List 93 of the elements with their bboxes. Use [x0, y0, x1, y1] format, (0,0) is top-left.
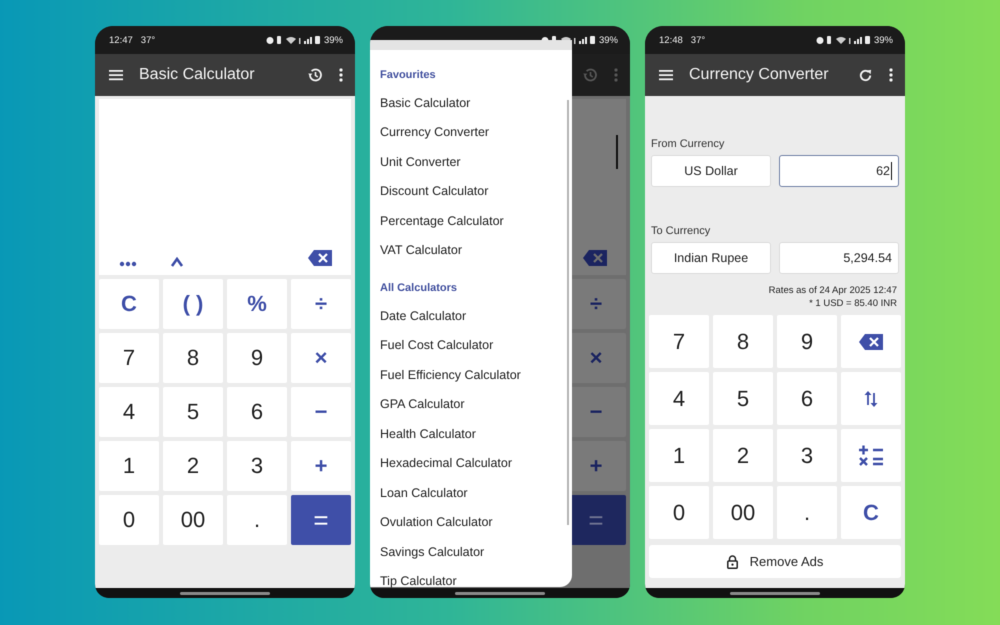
number-key[interactable]: 4 — [99, 387, 159, 437]
clear-key[interactable]: C — [841, 486, 901, 539]
operator-key[interactable]: C — [99, 279, 159, 329]
menu-item[interactable]: Discount Calculator — [380, 176, 562, 206]
menu-item[interactable]: Loan Calculator — [380, 478, 562, 508]
status-temperature: 37° — [690, 34, 706, 46]
scrollbar[interactable] — [567, 100, 569, 525]
swap-key[interactable] — [841, 372, 901, 425]
backspace-icon[interactable] — [582, 249, 608, 267]
battery-percent: 39% — [324, 34, 343, 46]
number-key[interactable]: 0 — [649, 486, 709, 539]
refresh-icon[interactable] — [858, 68, 873, 82]
menu-icon — [659, 69, 673, 81]
menu-item[interactable]: Hexadecimal Calculator — [380, 448, 562, 478]
menu-item[interactable]: Date Calculator — [380, 301, 562, 330]
menu-item[interactable]: Unit Converter — [380, 147, 562, 176]
field-label: From Currency — [651, 138, 726, 150]
swap-arrows-icon — [863, 390, 879, 408]
menu-item[interactable]: VAT Calculator — [380, 236, 562, 265]
number-key[interactable]: 6 — [227, 387, 287, 437]
number-key[interactable]: 9 — [227, 333, 287, 383]
number-key[interactable]: 2 — [713, 429, 773, 482]
field-label: To Currency — [651, 225, 712, 237]
number-key[interactable]: 0 — [99, 495, 159, 545]
more-horizontal-icon — [119, 261, 137, 267]
operator-key[interactable]: ÷ — [291, 279, 351, 329]
more-icon[interactable] — [339, 68, 343, 82]
menu-item[interactable]: Fuel Efficiency Calculator — [380, 360, 562, 390]
remove-ads-button[interactable]: Remove Ads — [649, 545, 901, 578]
backspace-key[interactable] — [841, 315, 901, 368]
operator-key[interactable]: − — [291, 387, 351, 437]
number-key[interactable]: 5 — [163, 387, 223, 437]
currency-selector[interactable]: Indian Rupee — [651, 242, 771, 274]
amount-field[interactable]: 62 — [779, 155, 899, 187]
lock-icon — [726, 554, 738, 568]
more-icon[interactable] — [889, 68, 893, 82]
home-indicator[interactable] — [455, 592, 545, 594]
ops-key[interactable] — [841, 429, 901, 482]
rate-note: Rates as of 24 Apr 2025 12:47 — [768, 284, 897, 297]
battery-percent: 39% — [598, 34, 618, 46]
number-key[interactable]: 3 — [227, 441, 287, 491]
rate-note: * 1 USD = 85.40 INR — [808, 297, 897, 310]
battery-percent: 39% — [874, 34, 893, 46]
status-icons-drawing — [814, 35, 871, 45]
status-time: 12:47 — [109, 34, 133, 46]
menu-item[interactable]: Tip Calculator — [380, 566, 562, 596]
home-indicator[interactable] — [730, 592, 820, 594]
history-icon[interactable] — [307, 67, 323, 83]
app-bar-title: Basic Calculator — [139, 66, 256, 84]
number-key[interactable]: 7 — [649, 315, 709, 368]
menu-item[interactable]: Savings Calculator — [380, 537, 562, 566]
amount-field[interactable]: 5,294.54 — [779, 242, 899, 274]
number-key[interactable]: 2 — [163, 441, 223, 491]
text-cursor — [616, 135, 618, 169]
number-key[interactable]: 8 — [713, 315, 773, 368]
number-key[interactable]: 5 — [713, 372, 773, 425]
menu-icon — [109, 69, 123, 81]
home-indicator[interactable] — [180, 592, 270, 594]
chevron-up-icon[interactable] — [170, 257, 184, 267]
menu-item[interactable]: GPA Calculator — [380, 390, 562, 419]
operator-key[interactable]: ( ) — [163, 279, 223, 329]
currency-selector[interactable]: US Dollar — [651, 155, 771, 187]
menu-item[interactable]: Ovulation Calculator — [380, 508, 562, 537]
number-key[interactable]: 7 — [99, 333, 159, 383]
number-key[interactable]: 1 — [649, 429, 709, 482]
menu-item[interactable]: Fuel Cost Calculator — [380, 330, 562, 360]
operators-icon — [858, 444, 884, 468]
number-key[interactable]: 00 — [163, 495, 223, 545]
number-key[interactable]: 8 — [163, 333, 223, 383]
backspace-icon[interactable] — [858, 332, 884, 350]
status-time: 12:48 — [659, 34, 683, 46]
number-key[interactable]: 9 — [777, 315, 837, 368]
equals-key[interactable]: = — [291, 495, 351, 545]
operator-key[interactable]: % — [227, 279, 287, 329]
section-heading: All Calculators — [380, 281, 458, 296]
status-icons-drawing — [264, 35, 321, 45]
menu-item[interactable]: Basic Calculator — [380, 88, 562, 118]
backspace-icon[interactable] — [307, 249, 333, 267]
app-bar-title: Currency Converter — [689, 66, 830, 84]
number-key[interactable]: . — [227, 495, 287, 545]
menu-item[interactable]: Currency Converter — [380, 118, 562, 147]
operator-key[interactable]: + — [291, 441, 351, 491]
section-heading: Favourites — [380, 68, 437, 83]
number-key[interactable]: 3 — [777, 429, 837, 482]
number-key[interactable]: 4 — [649, 372, 709, 425]
status-temperature: 37° — [140, 34, 156, 46]
number-key[interactable]: 6 — [777, 372, 837, 425]
operator-key[interactable]: × — [291, 333, 351, 383]
menu-item[interactable]: Percentage Calculator — [380, 206, 562, 236]
number-key[interactable]: 1 — [99, 441, 159, 491]
number-key[interactable]: . — [777, 486, 837, 539]
menu-item[interactable]: Health Calculator — [380, 419, 562, 448]
number-key[interactable]: 00 — [713, 486, 773, 539]
